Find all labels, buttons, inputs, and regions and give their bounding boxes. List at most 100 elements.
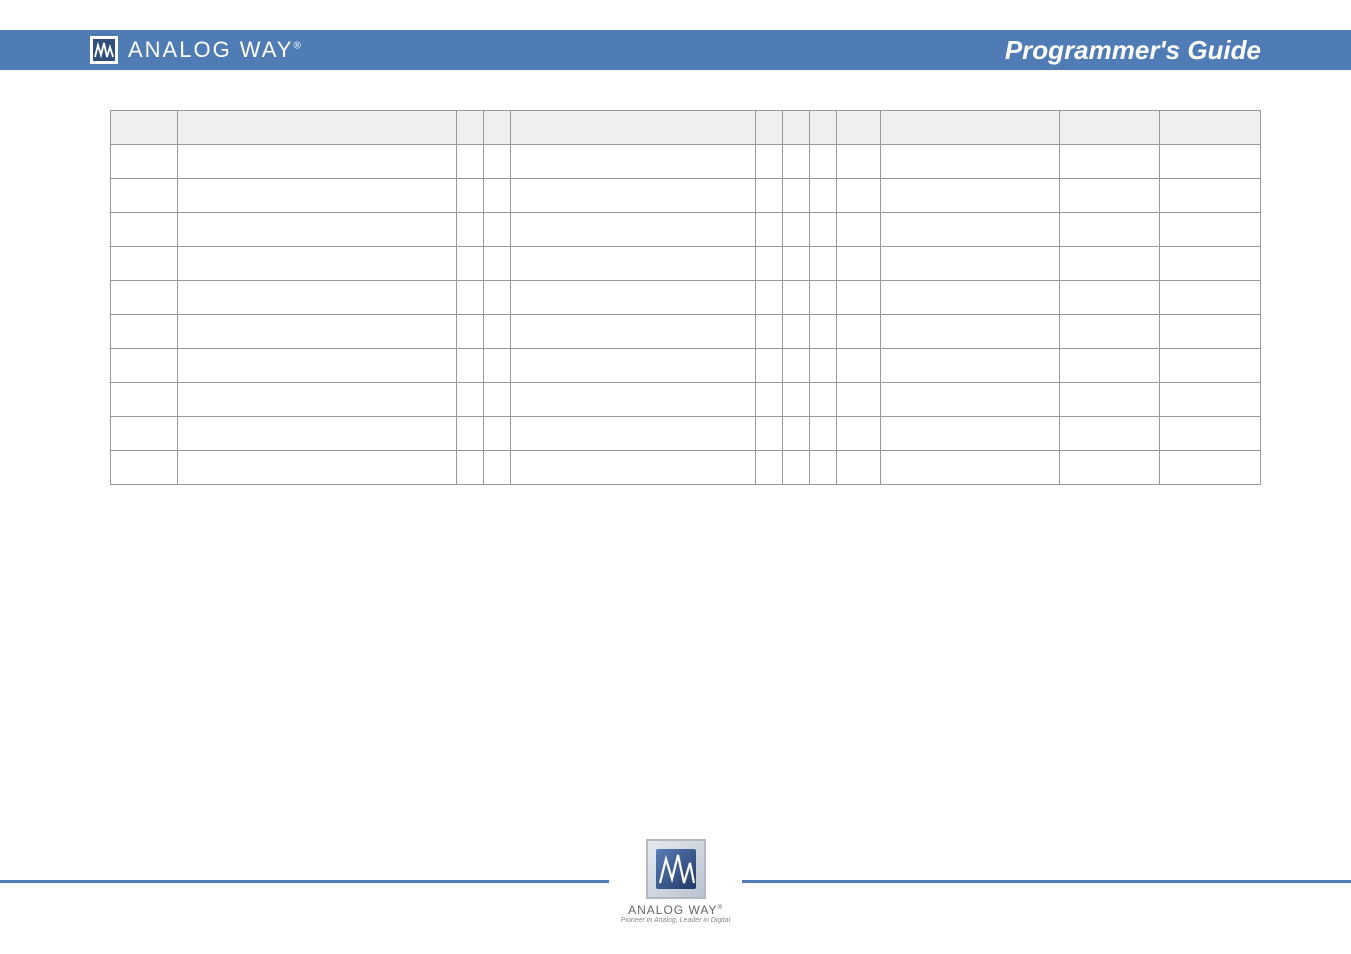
table-cell — [783, 349, 810, 383]
table-cell — [1059, 315, 1159, 349]
table-cell — [881, 451, 1060, 485]
table-cell — [1160, 281, 1261, 315]
table-cell — [483, 281, 510, 315]
table-cell — [483, 417, 510, 451]
table-cell — [783, 451, 810, 485]
table-cell — [1059, 213, 1159, 247]
table-cell — [483, 315, 510, 349]
table-cell — [809, 145, 836, 179]
table-cell — [881, 383, 1060, 417]
table-cell — [177, 247, 456, 281]
table-cell — [756, 383, 783, 417]
data-table — [110, 110, 1261, 485]
footer-logo-icon — [646, 839, 706, 899]
header-bar: ANALOG WAY® Programmer's Guide — [0, 30, 1351, 70]
table-cell — [457, 247, 484, 281]
th-4 — [510, 111, 756, 145]
table-cell — [457, 179, 484, 213]
table-cell — [881, 179, 1060, 213]
table-cell — [483, 383, 510, 417]
table-cell — [1059, 417, 1159, 451]
table-cell — [111, 145, 178, 179]
table-cell — [510, 247, 756, 281]
table-cell — [809, 281, 836, 315]
table-cell — [836, 213, 881, 247]
table-row — [111, 417, 1261, 451]
table-cell — [809, 451, 836, 485]
table-cell — [836, 281, 881, 315]
table-cell — [836, 417, 881, 451]
table-row — [111, 179, 1261, 213]
table-cell — [457, 383, 484, 417]
content-area — [110, 110, 1261, 485]
th-9 — [881, 111, 1060, 145]
table-cell — [510, 451, 756, 485]
table-cell — [836, 179, 881, 213]
table-cell — [483, 349, 510, 383]
table-cell — [1059, 145, 1159, 179]
table-cell — [756, 451, 783, 485]
table-cell — [177, 451, 456, 485]
table-cell — [809, 349, 836, 383]
table-cell — [510, 213, 756, 247]
th-0 — [111, 111, 178, 145]
th-2 — [457, 111, 484, 145]
table-cell — [836, 383, 881, 417]
table-cell — [783, 179, 810, 213]
table-row — [111, 145, 1261, 179]
table-cell — [1160, 417, 1261, 451]
table-cell — [510, 179, 756, 213]
th-11 — [1160, 111, 1261, 145]
table-row — [111, 383, 1261, 417]
table-cell — [836, 145, 881, 179]
table-cell — [510, 417, 756, 451]
table-row — [111, 451, 1261, 485]
table-row — [111, 213, 1261, 247]
table-cell — [881, 315, 1060, 349]
table-cell — [457, 315, 484, 349]
table-cell — [177, 349, 456, 383]
table-cell — [809, 315, 836, 349]
table-cell — [1160, 213, 1261, 247]
table-cell — [756, 281, 783, 315]
table-cell — [1059, 383, 1159, 417]
table-cell — [809, 417, 836, 451]
table-cell — [177, 383, 456, 417]
table-cell — [1059, 451, 1159, 485]
table-cell — [836, 315, 881, 349]
table-cell — [881, 281, 1060, 315]
table-cell — [881, 247, 1060, 281]
table-cell — [457, 213, 484, 247]
table-cell — [111, 451, 178, 485]
footer-brand-text: ANALOG WAY® — [628, 903, 723, 917]
table-cell — [1160, 451, 1261, 485]
footer: ANALOG WAY® Pioneer in Analog, Leader in… — [0, 839, 1351, 924]
th-10 — [1059, 111, 1159, 145]
table-cell — [756, 247, 783, 281]
table-cell — [756, 349, 783, 383]
table-cell — [111, 315, 178, 349]
table-cell — [510, 145, 756, 179]
table-cell — [111, 213, 178, 247]
table-cell — [111, 281, 178, 315]
table-cell — [457, 281, 484, 315]
table-cell — [809, 179, 836, 213]
table-cell — [510, 383, 756, 417]
table-cell — [783, 247, 810, 281]
table-cell — [809, 213, 836, 247]
table-cell — [783, 417, 810, 451]
table-cell — [111, 349, 178, 383]
th-5 — [756, 111, 783, 145]
table-cell — [111, 247, 178, 281]
table-cell — [483, 213, 510, 247]
table-cell — [1160, 383, 1261, 417]
table-cell — [881, 213, 1060, 247]
footer-center: ANALOG WAY® Pioneer in Analog, Leader in… — [609, 839, 742, 924]
table-cell — [177, 179, 456, 213]
table-cell — [783, 281, 810, 315]
table-cell — [756, 417, 783, 451]
table-cell — [483, 247, 510, 281]
table-cell — [510, 315, 756, 349]
table-cell — [783, 145, 810, 179]
table-cell — [836, 247, 881, 281]
